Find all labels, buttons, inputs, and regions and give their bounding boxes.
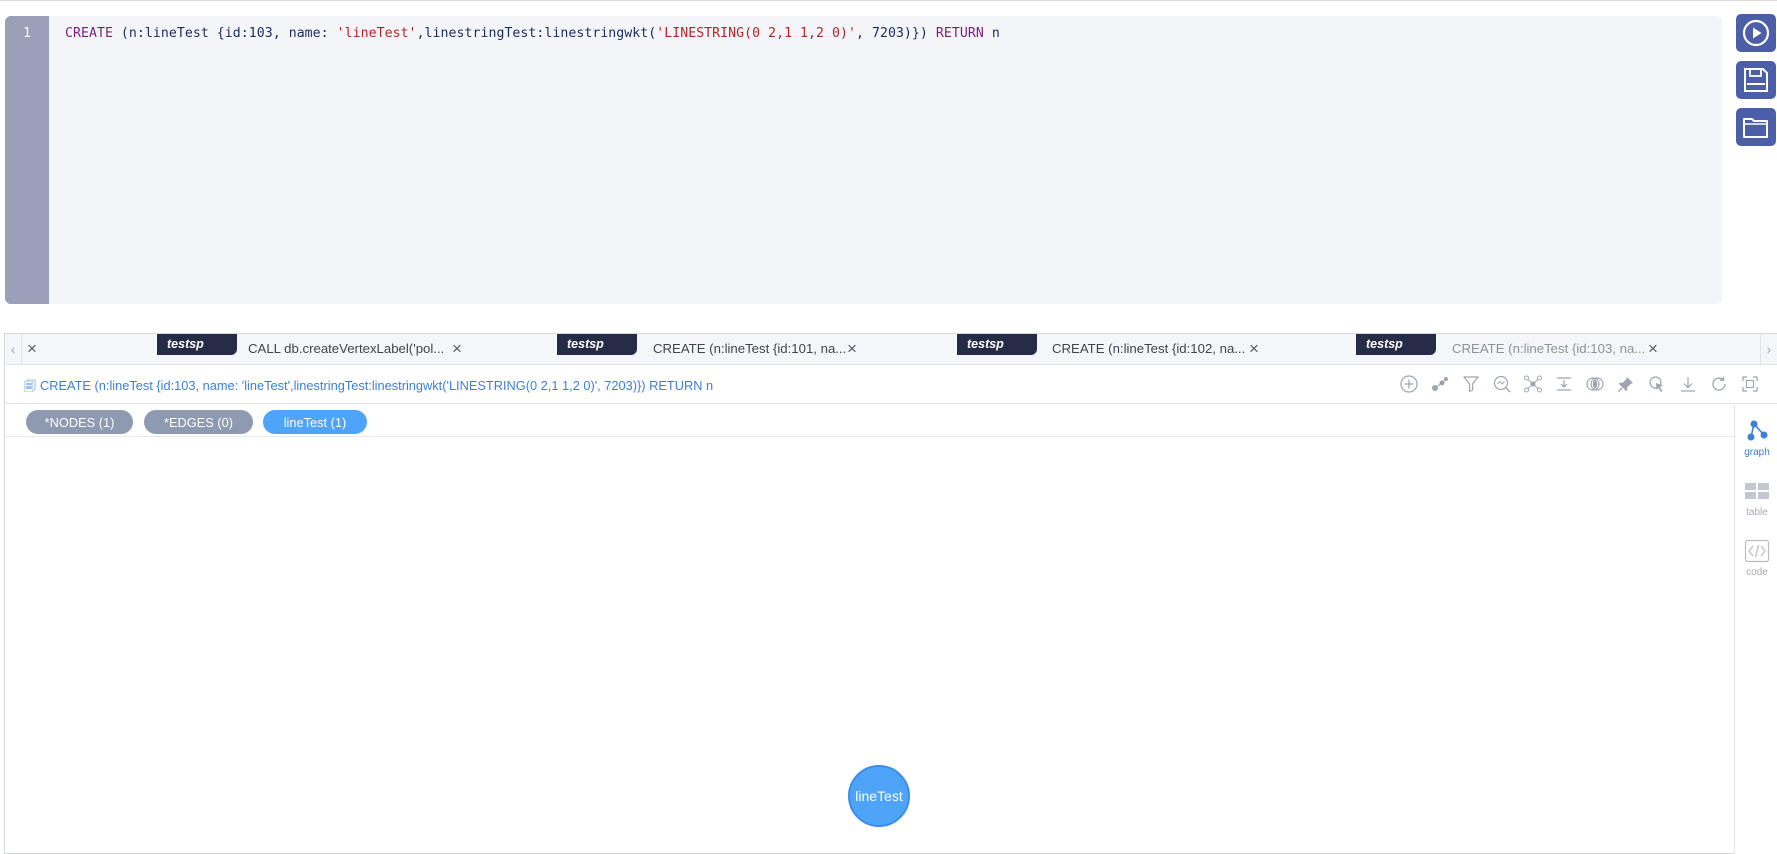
code-token: ,linestringTest:linestringwkt( — [416, 26, 657, 41]
graph-view-label: graph — [1744, 447, 1770, 458]
close-all-icon[interactable]: × — [27, 340, 37, 358]
tab-db-tag: testsp — [557, 334, 637, 355]
view-switcher: graph table code — [1734, 405, 1777, 854]
tab-db-tag: testsp — [1356, 334, 1436, 355]
tab-db-tag: testsp — [957, 334, 1037, 355]
tab-label: CALL db.createVertexLabel('pol... — [248, 341, 445, 356]
tab-label: CREATE (n:lineTest {id:102, na... — [1052, 341, 1246, 356]
tab-db-tag: testsp — [157, 334, 237, 355]
add-circle-icon[interactable] — [1398, 373, 1420, 395]
code-token: n — [983, 26, 1000, 41]
close-icon[interactable]: × — [452, 340, 462, 358]
table-view-button[interactable]: table — [1735, 477, 1777, 518]
folder-icon — [1743, 118, 1768, 138]
code-token: RETURN — [935, 26, 984, 41]
query-bar: 🗐 CREATE (n:lineTest {id:103, name: 'line… — [5, 365, 1777, 404]
search-path-icon[interactable] — [1491, 373, 1513, 395]
query-editor[interactable]: 1 CREATE (n:lineTest {id:103, name: 'lin… — [5, 16, 1722, 304]
code-token: 'lineTest' — [336, 26, 417, 41]
save-button[interactable] — [1736, 61, 1776, 99]
tabs-scroll-right-icon[interactable]: › — [1760, 334, 1777, 364]
tab-label: CREATE (n:lineTest {id:103, na... — [1452, 341, 1646, 356]
label-filter-bar: *NODES (1) *EDGES (0) lineTest (1) — [5, 405, 1734, 437]
executed-query-text: CREATE (n:lineTest {id:103, name: 'lineT… — [40, 378, 714, 393]
refresh-icon[interactable] — [1708, 373, 1730, 395]
pin-icon[interactable] — [1615, 373, 1637, 395]
top-border — [0, 0, 1777, 1]
line-number: 1 — [23, 26, 31, 41]
close-icon[interactable]: × — [1648, 340, 1658, 358]
result-panel: ‹ × testsp CALL db.createVertexLabel('po… — [4, 333, 1777, 854]
tab-label: CREATE (n:lineTest {id:101, na... — [653, 341, 847, 356]
code-line[interactable]: CREATE (n:lineTest {id:103, name: 'lineT… — [65, 26, 1000, 41]
close-icon[interactable]: × — [847, 340, 857, 358]
filter-icon[interactable] — [1460, 373, 1482, 395]
close-icon[interactable]: × — [1249, 340, 1259, 358]
play-circle-icon — [1742, 19, 1770, 47]
graph-icon — [1747, 420, 1768, 441]
code-icon — [1744, 539, 1770, 563]
code-view-button[interactable]: code — [1735, 537, 1777, 578]
graph-layout-icon[interactable] — [1522, 373, 1544, 395]
result-tabs: ‹ × testsp CALL db.createVertexLabel('po… — [5, 334, 1777, 365]
executed-query[interactable]: 🗐 CREATE (n:lineTest {id:103, name: 'line… — [24, 377, 713, 398]
tabs-scroll-left-icon[interactable]: ‹ — [5, 334, 22, 364]
overlap-icon[interactable] — [1584, 373, 1606, 395]
floppy-disk-icon — [1744, 68, 1768, 92]
table-icon — [1745, 483, 1769, 499]
code-view-label: code — [1746, 567, 1768, 578]
run-button[interactable] — [1736, 14, 1776, 52]
code-token: (n:lineTest {id:103, name: — [112, 26, 337, 41]
fullscreen-icon[interactable] — [1739, 373, 1761, 395]
graph-view-button[interactable]: graph — [1735, 417, 1777, 458]
label-filter-pill[interactable]: lineTest (1) — [263, 410, 367, 434]
copy-icon[interactable]: 🗐 — [24, 377, 36, 398]
code-token: CREATE — [65, 26, 113, 41]
table-view-label: table — [1746, 507, 1768, 518]
fit-rows-icon[interactable] — [1553, 373, 1575, 395]
graph-node-label: lineTest — [855, 788, 903, 804]
download-icon[interactable] — [1677, 373, 1699, 395]
edges-filter-pill[interactable]: *EDGES (0) — [144, 410, 253, 434]
graph-node[interactable]: lineTest — [848, 765, 910, 827]
expand-nodes-icon[interactable] — [1429, 373, 1451, 395]
code-token: 'LINESTRING(0 2,1 1,2 0)' — [656, 26, 856, 41]
code-token: , 7203)}) — [856, 26, 936, 41]
nodes-filter-pill[interactable]: *NODES (1) — [26, 410, 133, 434]
pointer-select-icon[interactable] — [1646, 373, 1668, 395]
open-button[interactable] — [1736, 108, 1776, 146]
editor-gutter: 1 — [5, 16, 49, 304]
